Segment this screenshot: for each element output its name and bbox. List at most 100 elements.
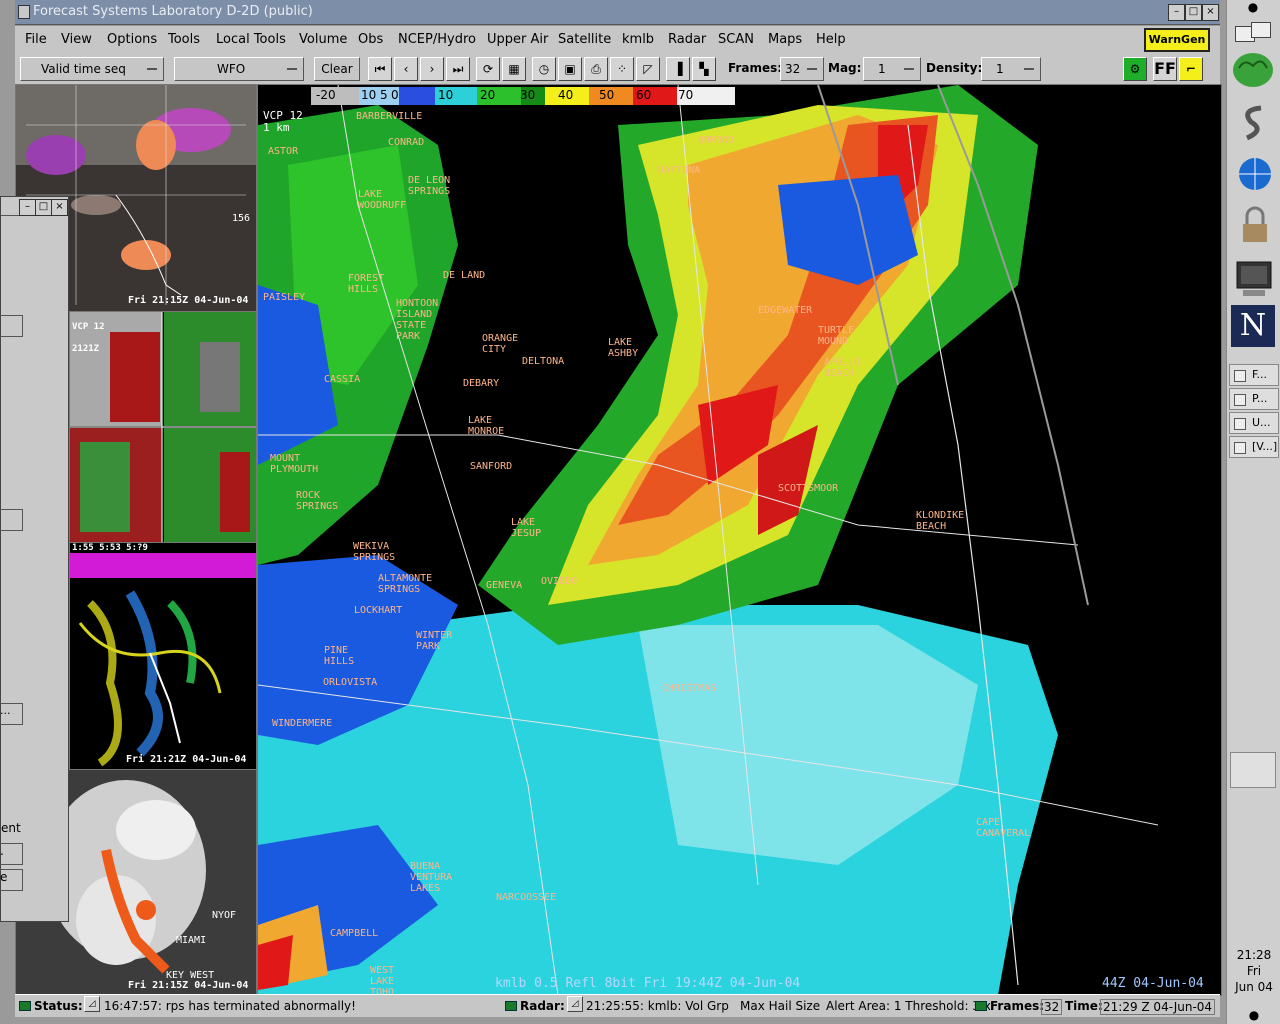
dock-bullet-bottom-icon[interactable]: ● (1227, 1008, 1280, 1022)
terminal-icon[interactable] (1231, 256, 1275, 298)
baseline-icon[interactable]: ◸ (636, 57, 660, 81)
radar-status-message[interactable]: 21:25:55: kmlb: Vol Grp (586, 999, 729, 1013)
clock-day: Fri (1246, 964, 1262, 978)
dialog-button-more[interactable]: ... (0, 703, 23, 725)
time-icon[interactable]: ◷ (532, 57, 556, 81)
place-label: WINTER PARK (416, 630, 453, 652)
menu-upper-air[interactable]: Upper Air (487, 32, 548, 47)
ir-place-nyof: NYOF (212, 910, 237, 921)
prev-frame-icon[interactable]: ‹ (394, 57, 418, 81)
menu-local-tools[interactable]: Local Tools (216, 32, 286, 47)
dialog-minimize-button[interactable]: – (19, 199, 36, 216)
menu-help[interactable]: Help (816, 32, 846, 47)
dialog-close-button[interactable]: × (51, 199, 68, 216)
menu-satellite[interactable]: Satellite (558, 32, 611, 47)
scale-select[interactable]: WFO (174, 57, 304, 81)
next-frame-icon[interactable]: › (420, 57, 444, 81)
color-table-icon[interactable]: ▦ (502, 57, 526, 81)
last-frame-icon[interactable]: ⏭ (446, 57, 470, 81)
place-label: CHRISTMAS (662, 683, 717, 694)
dialog-button-c[interactable]: . (0, 843, 23, 865)
menu-maps[interactable]: Maps (768, 32, 802, 47)
time-mode-select[interactable]: Valid time seq (20, 57, 164, 81)
dialog-titlebar[interactable]: – □ × (1, 197, 68, 216)
scale-value: WFO (217, 62, 246, 76)
frames-label: Frames: (728, 61, 783, 75)
frames-select[interactable]: 32 (780, 57, 824, 81)
taskbar-window-3-label: U... (1252, 416, 1271, 429)
time-mode-value: Valid time seq (41, 62, 126, 76)
ff-button[interactable]: FF (1153, 57, 1177, 81)
taskbar-window-1[interactable]: F... (1229, 364, 1279, 386)
place-label: CAPE CANAVERAL (976, 817, 1031, 839)
menu-volume[interactable]: Volume (299, 32, 347, 47)
mag-select[interactable]: 1 (863, 57, 921, 81)
lightning-panel[interactable]: 1:55 5:53 5:?9 Fri 21:21Z 04-Jun-04 (69, 542, 257, 770)
dock-bullet-icon[interactable]: ● (1231, 0, 1275, 20)
status-frames-label: Frames: (990, 999, 1045, 1013)
status-message[interactable]: 16:47:57: rps has terminated abnormally! (104, 999, 356, 1013)
maximize-button[interactable]: □ (1185, 4, 1202, 21)
menu-view[interactable]: View (61, 32, 92, 47)
close-button[interactable]: × (1202, 4, 1219, 21)
print-icon[interactable]: ⎙ (584, 57, 608, 81)
menu-kmlb[interactable]: kmlb (622, 32, 654, 47)
place-label: DE LAND (443, 270, 486, 281)
single-pane-icon[interactable]: ▐ (666, 57, 690, 81)
place-label: DAYTONA (658, 165, 701, 176)
dialog-button-b[interactable] (0, 509, 23, 531)
lock-icon[interactable] (1231, 204, 1275, 246)
place-label: FOREST HILLS (348, 273, 385, 295)
menu-options[interactable]: Options (107, 32, 157, 47)
loop-icon[interactable]: ⟳ (476, 57, 500, 81)
status-indicator-icon (19, 1001, 31, 1011)
place-label: APOLLO BEACH (824, 357, 861, 379)
warning-flag-icon[interactable]: ⌐ (1179, 57, 1203, 81)
dock-empty-slot[interactable] (1230, 752, 1276, 788)
snake-icon[interactable] (1231, 100, 1275, 142)
menu-ncep-hydro[interactable]: NCEP/Hydro (398, 32, 476, 47)
warngen-button[interactable]: WarnGen (1144, 28, 1210, 52)
dialog-button-d[interactable]: e (0, 869, 23, 891)
taskbar-window-4[interactable]: [V...] (1229, 436, 1279, 458)
place-label: TURTLE MOUND (818, 325, 855, 347)
globe-icon[interactable] (1231, 152, 1275, 194)
menu-file[interactable]: File (25, 32, 47, 47)
cursor-link-icon[interactable]: ⚙ (1123, 57, 1147, 81)
main-radar-pane[interactable]: -20 10 5 0 10 20 30 40 50 60 70 VCP 12 1… (257, 84, 1222, 996)
minimize-button[interactable]: – (1168, 4, 1185, 21)
place-label: ORANGE CITY (482, 333, 519, 355)
image-combine-icon[interactable]: ▣ (558, 57, 582, 81)
ir-place-miami: MIAMI (176, 935, 207, 946)
clear-button[interactable]: Clear (314, 57, 360, 81)
first-frame-icon[interactable]: ⏮ (368, 57, 392, 81)
brain-icon[interactable] (1231, 48, 1275, 90)
menu-scan[interactable]: SCAN (718, 32, 754, 47)
density-select[interactable]: 1 (981, 57, 1041, 81)
taskbar-window-3[interactable]: U... (1229, 412, 1279, 434)
four-pane-icon[interactable]: ▚ (692, 57, 716, 81)
floating-dialog[interactable]: – □ × ... ent . e (0, 196, 69, 922)
radar-quad-panel[interactable]: VCP 12 2121Z (69, 311, 257, 543)
place-label: KLONDIKE BEACH (916, 510, 965, 532)
place-label: ALTAMONTE SPRINGS (378, 573, 433, 595)
place-label: ORMOND (698, 135, 735, 146)
points-icon[interactable]: ⁘ (610, 57, 634, 81)
taskbar-window-2[interactable]: P... (1229, 388, 1279, 410)
dialog-maximize-button[interactable]: □ (35, 199, 52, 216)
menu-obs[interactable]: Obs (358, 32, 383, 47)
menu-radar[interactable]: Radar (668, 32, 706, 47)
workspace-pager-icon[interactable] (1231, 22, 1275, 46)
place-label: SCOTTSMOOR (778, 483, 839, 494)
dialog-button-a[interactable] (0, 315, 23, 337)
netscape-icon[interactable]: N (1231, 305, 1275, 347)
place-label: DEBARY (463, 378, 500, 389)
status-expand-icon[interactable]: ◿ (84, 996, 100, 1012)
radar-status-expand-icon[interactable]: ◿ (567, 996, 583, 1012)
window-menu-icon[interactable] (18, 5, 30, 19)
place-label: BUENA VENTURA LAKES (410, 861, 453, 894)
menu-tools[interactable]: Tools (168, 32, 200, 47)
place-label: ASTOR (268, 146, 299, 157)
title-bar[interactable]: Forecast Systems Laboratory D-2D (public… (15, 0, 1220, 25)
place-label: LAKE JESUP (511, 517, 542, 539)
